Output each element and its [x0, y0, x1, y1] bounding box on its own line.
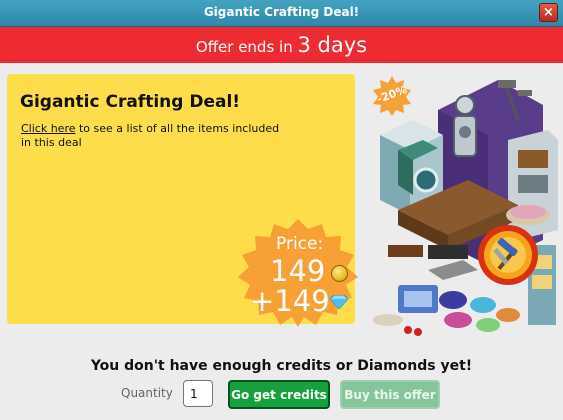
- offer-ends-value: 3 days: [297, 33, 368, 57]
- deal-title: Gigantic Crafting Deal!: [20, 92, 241, 112]
- window-titlebar: Gigantic Crafting Deal! ×: [0, 0, 563, 27]
- price-credits-value: 149: [270, 254, 326, 288]
- hammer-pickaxe-icon: [493, 238, 518, 271]
- items-list-link[interactable]: Click here: [21, 122, 76, 135]
- insufficient-funds-warning: You don't have enough credits or Diamond…: [90, 358, 473, 374]
- price-label: Price:: [276, 234, 324, 254]
- window-title: Gigantic Crafting Deal!: [203, 5, 360, 19]
- close-icon: ×: [543, 5, 554, 20]
- buy-offer-button[interactable]: Buy this offer: [340, 380, 440, 409]
- deal-description: Click here to see a list of all the item…: [21, 122, 291, 150]
- price-diamonds-value: +149: [250, 284, 330, 318]
- diamond-icon: [330, 295, 348, 309]
- offer-ends-label: Offer ends in: [195, 38, 298, 56]
- coin-icon: [331, 265, 348, 282]
- quantity-input[interactable]: [183, 380, 213, 407]
- go-get-credits-button[interactable]: Go get credits: [228, 380, 330, 409]
- close-button[interactable]: ×: [539, 3, 558, 22]
- quantity-label: Quantity: [121, 386, 173, 400]
- offer-countdown-banner: Offer ends in 3 days: [0, 27, 563, 63]
